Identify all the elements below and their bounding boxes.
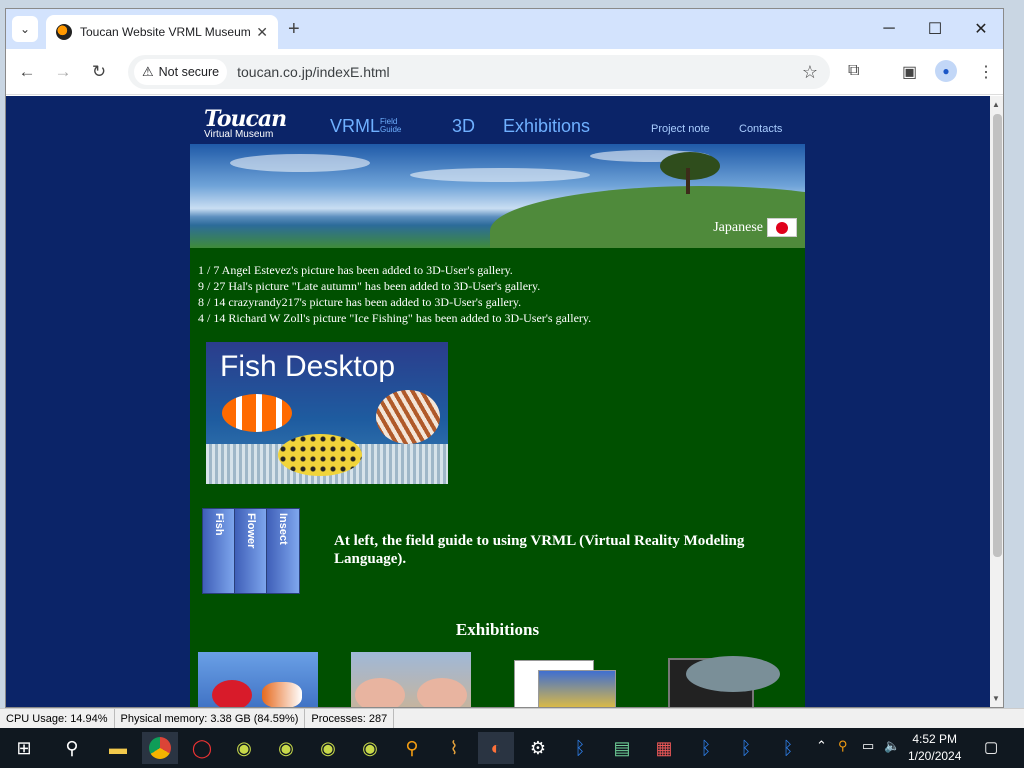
cpu-usage: CPU Usage: 14.94% xyxy=(0,709,115,728)
field-guide-books[interactable]: Fish Flower Insect xyxy=(202,508,318,594)
network-icon[interactable]: ▭ xyxy=(862,738,874,754)
file-explorer-icon[interactable]: ▬ xyxy=(100,732,136,764)
side-panel-icon[interactable]: ▣ xyxy=(902,62,917,82)
clownfish-image xyxy=(222,394,292,432)
start-windows-icon[interactable]: ⊞ xyxy=(6,732,42,764)
extensions-icon[interactable]: ⧉ xyxy=(848,62,859,80)
nav-vrml-label: VRML xyxy=(330,116,381,136)
exhibition-thumb-butterfly[interactable] xyxy=(198,652,318,707)
news-list: 1 / 7 Angel Estevez's picture has been a… xyxy=(198,262,591,326)
toucan-logo[interactable]: Toucan Virtual Museum xyxy=(204,106,287,140)
exhibitions-heading: Exhibitions xyxy=(455,620,540,639)
nav-vrml-field-guide[interactable]: VRMLField Guide xyxy=(330,116,401,137)
system-monitor-icon[interactable]: ▤ xyxy=(604,732,640,764)
taskbar-clock[interactable]: 4:52 PM 1/20/2024 xyxy=(908,731,961,765)
browser-window: ⌄ Toucan Website VRML Museum ✕ + ─ ☐ ✕ ←… xyxy=(5,8,1004,708)
tree-image xyxy=(660,152,720,180)
chrome-icon[interactable] xyxy=(142,732,178,764)
clock-time: 4:52 PM xyxy=(912,732,958,746)
tab-title: Toucan Website VRML Museum xyxy=(80,25,251,39)
tab-close-icon[interactable]: ✕ xyxy=(256,24,268,41)
settings-gear-icon[interactable]: ⚙ xyxy=(520,732,556,764)
url-text[interactable]: toucan.co.jp/indexE.html xyxy=(237,64,390,80)
fish-guide-book[interactable]: Fish xyxy=(202,508,236,594)
active-tab[interactable]: Toucan Website VRML Museum ✕ xyxy=(46,15,278,49)
bluetooth-icon[interactable]: ᛒ xyxy=(770,732,806,764)
japanese-label: Japanese xyxy=(713,219,763,235)
bookmark-star-icon[interactable]: ☆ xyxy=(802,62,818,83)
warning-icon: ⚠ xyxy=(142,64,154,79)
new-tab-button[interactable]: + xyxy=(288,18,300,41)
forward-button[interactable]: → xyxy=(50,59,76,85)
japan-flag-icon xyxy=(767,218,797,237)
notification-icon[interactable]: ▢ xyxy=(984,738,998,756)
app-icon-3[interactable]: ◉ xyxy=(310,732,346,764)
news-item: 8 / 14 crazyrandy217's picture has been … xyxy=(198,295,522,309)
exhibition-thumb-gallery[interactable] xyxy=(512,652,632,707)
search-icon[interactable]: ⚲ xyxy=(54,732,90,764)
clock-date: 1/20/2024 xyxy=(908,749,962,763)
cleaner-broom-icon[interactable]: ⌇ xyxy=(436,732,472,764)
maximize-button[interactable]: ☐ xyxy=(912,15,958,43)
firefox-icon[interactable]: ◐ xyxy=(478,732,514,764)
tray-overflow-chevron-icon[interactable]: ⌃ xyxy=(816,738,827,754)
field-guide-description: At left, the field guide to using VRML (… xyxy=(334,533,745,567)
tab-search-button[interactable]: ⌄ xyxy=(12,16,38,42)
nav-vrml-sup-guide: Guide xyxy=(380,125,402,134)
security-chip[interactable]: ⚠ Not secure xyxy=(134,59,228,85)
page-content: Toucan Virtual Museum VRMLField Guide 3D … xyxy=(190,96,805,707)
process-count: Processes: 287 xyxy=(305,709,395,728)
app-tiles-icon[interactable]: ▦ xyxy=(646,732,682,764)
nav-3d[interactable]: 3D xyxy=(452,116,475,137)
exhibition-thumb-animals[interactable] xyxy=(351,652,471,707)
exhibition-thumb-fish[interactable] xyxy=(662,652,782,707)
windows-taskbar: ⊞ ⚲ ▬ ◯ ◉ ◉ ◉ ◉ ⚲ ⌇ ◐ ⚙ ᛒ ▤ ▦ ᛒ ᛒ ᛒ ⌃ ⚲ … xyxy=(0,728,1024,768)
page-scrollbar[interactable]: ▲ ▼ xyxy=(990,96,1003,707)
insect-guide-book[interactable]: Insect xyxy=(266,508,300,594)
physical-memory: Physical memory: 3.38 GB (84.59%) xyxy=(115,709,306,728)
app-icon-4[interactable]: ◉ xyxy=(352,732,388,764)
japanese-language-link[interactable]: Japanese xyxy=(713,218,797,237)
news-item: 9 / 27 Hal's picture "Late autumn" has b… xyxy=(198,279,541,293)
tray-magnifier-icon[interactable]: ⚲ xyxy=(838,738,848,754)
scrollbar-thumb[interactable] xyxy=(993,114,1002,557)
fish-desktop-banner[interactable]: Fish Desktop xyxy=(206,342,448,484)
opera-icon[interactable]: ◯ xyxy=(184,732,220,764)
reload-button[interactable]: ↻ xyxy=(86,59,112,85)
news-item: 1 / 7 Angel Estevez's picture has been a… xyxy=(198,263,513,277)
flower-guide-book[interactable]: Flower xyxy=(234,508,268,594)
app-icon-2[interactable]: ◉ xyxy=(268,732,304,764)
tab-strip: ⌄ Toucan Website VRML Museum ✕ + ─ ☐ ✕ xyxy=(6,9,1003,49)
bluetooth-icon[interactable]: ᛒ xyxy=(562,732,598,764)
system-status-bar: CPU Usage: 14.94% Physical memory: 3.38 … xyxy=(0,708,1024,728)
landscape-banner: Japanese xyxy=(190,144,805,248)
nav-project-note[interactable]: Project note xyxy=(651,123,710,135)
scroll-up-icon[interactable]: ▲ xyxy=(992,100,1000,109)
scroll-down-icon[interactable]: ▼ xyxy=(992,694,1000,703)
site-header: Toucan Virtual Museum VRMLField Guide 3D … xyxy=(190,96,805,144)
close-window-button[interactable]: ✕ xyxy=(958,15,1003,43)
security-label: Not secure xyxy=(158,65,220,79)
profile-avatar-icon[interactable]: ● xyxy=(935,60,957,82)
nav-exhibitions[interactable]: Exhibitions xyxy=(503,116,590,137)
toucan-favicon-icon xyxy=(56,24,72,40)
bluetooth-icon[interactable]: ᛒ xyxy=(728,732,764,764)
menu-kebab-icon[interactable]: ⋮ xyxy=(978,62,994,82)
browser-toolbar: ← → ↻ ⚠ Not secure toucan.co.jp/indexE.h… xyxy=(6,49,1003,95)
news-item: 4 / 14 Richard W Zoll's picture "Ice Fis… xyxy=(198,311,592,325)
app-icon-1[interactable]: ◉ xyxy=(226,732,262,764)
back-button[interactable]: ← xyxy=(14,59,40,85)
address-bar[interactable]: ⚠ Not secure toucan.co.jp/indexE.html ☆ xyxy=(128,55,830,89)
fish-banner-title: Fish Desktop xyxy=(220,350,396,383)
bluetooth-icon[interactable]: ᛒ xyxy=(688,732,724,764)
nav-contacts[interactable]: Contacts xyxy=(739,123,782,135)
lionfish-image xyxy=(376,390,440,444)
boxfish-image xyxy=(278,434,362,476)
page-viewport: Toucan Virtual Museum VRMLField Guide 3D … xyxy=(6,96,990,707)
magnifier-icon[interactable]: ⚲ xyxy=(394,732,430,764)
volume-muted-icon[interactable]: 🔈 xyxy=(884,738,900,754)
minimize-button[interactable]: ─ xyxy=(866,15,912,43)
